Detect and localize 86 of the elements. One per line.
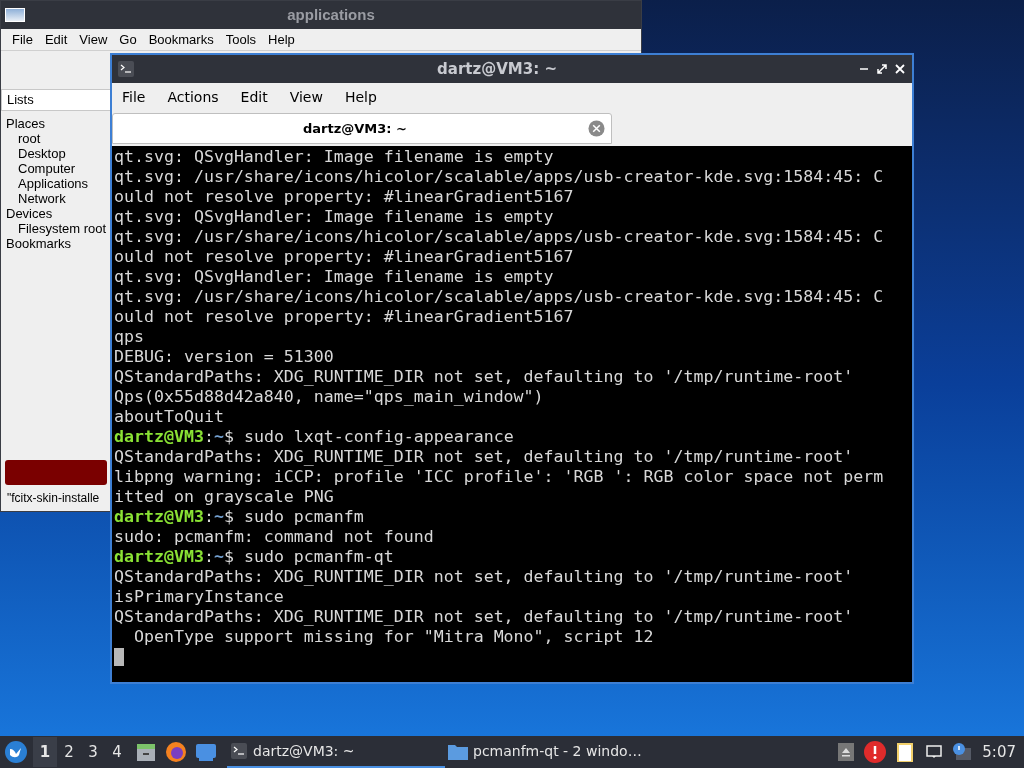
menu-item[interactable]: File <box>12 29 33 50</box>
prompt-separator: : <box>203 427 214 447</box>
window-title: dartz@VM3: ~ <box>436 58 558 80</box>
terminal-line: ould not resolve property: #linearGradient5167 <box>114 247 575 267</box>
terminal-line: isPrimaryInstance <box>114 587 285 607</box>
window-icon <box>5 8 25 22</box>
desktop-icon[interactable] <box>195 742 217 762</box>
terminal-line: ould not resolve property: #linearGradient5167 <box>114 187 575 207</box>
terminal-line: qt.svg: QSvgHandler: Image filename is empty <box>114 267 555 287</box>
prompt-path: ~ <box>213 507 224 527</box>
file-cabinet-icon[interactable] <box>135 741 157 763</box>
prompt-symbol: $ <box>223 427 234 447</box>
menu-item[interactable]: File <box>122 86 146 108</box>
terminal-line: qt.svg: /usr/share/icons/hicolor/scalable/apps/usb-creator-kde.svg:1584:45: C <box>114 287 885 307</box>
desktop-switch[interactable]: 4 <box>105 737 129 767</box>
terminal-line: DEBUG: version = 51300 <box>114 347 335 367</box>
display-icon[interactable] <box>926 745 943 759</box>
taskbar-task[interactable]: dartz@VM3: ~ <box>227 736 445 768</box>
terminal-line: qt.svg: QSvgHandler: Image filename is empty <box>114 147 555 167</box>
browser-icon[interactable] <box>165 741 187 763</box>
terminal-tab[interactable]: dartz@VM3: ~ <box>112 113 612 144</box>
terminal-command: sudo pcmanfm-qt <box>242 547 394 567</box>
menu-item[interactable]: Tools <box>225 29 257 50</box>
tab-label: dartz@VM3: ~ <box>303 119 408 138</box>
terminal-line: sudo: pcmanfm: command not found <box>114 527 435 547</box>
menu-item[interactable]: Help <box>344 86 377 108</box>
menu-item[interactable]: Help <box>268 29 295 50</box>
prompt-separator: : <box>203 507 214 527</box>
prompt-symbol: $ <box>223 507 234 527</box>
terminal-line: qps <box>114 327 145 347</box>
terminal-line: QStandardPaths: XDG_RUNTIME_DIR not set, defaulting to '/tmp/runtime-root' <box>114 607 855 627</box>
alert-icon[interactable] <box>864 741 887 763</box>
notification-icon[interactable] <box>952 743 973 761</box>
tree-item[interactable]: Desktop <box>1 146 111 161</box>
terminal-icon <box>117 61 135 77</box>
clock[interactable]: 5:07 <box>982 740 1016 764</box>
side-panel-header[interactable]: Lists <box>1 89 111 111</box>
desktop-switch[interactable]: 2 <box>57 737 81 767</box>
desktop-switch[interactable]: 1 <box>33 737 57 767</box>
tree-item[interactable]: root <box>1 131 111 146</box>
tree-item[interactable]: Filesystem root <box>1 221 111 236</box>
prompt-user: dartz@VM3 <box>114 507 204 527</box>
tree-item[interactable]: Devices <box>1 206 111 221</box>
menu-item[interactable]: Go <box>119 29 137 50</box>
terminal-icon <box>230 743 248 759</box>
prompt-user: dartz@VM3 <box>114 427 204 447</box>
maximize-icon[interactable] <box>877 64 887 74</box>
menu-item[interactable]: View <box>289 86 323 108</box>
desktop-switch[interactable]: 3 <box>81 737 105 767</box>
eject-icon[interactable] <box>838 743 855 761</box>
terminal-line: ould not resolve property: #linearGradient5167 <box>114 307 575 327</box>
prompt-user: dartz@VM3 <box>114 547 204 567</box>
terminal-line: qt.svg: /usr/share/icons/hicolor/scalable/apps/usb-creator-kde.svg:1584:45: C <box>114 167 885 187</box>
close-icon[interactable] <box>895 64 905 74</box>
prompt-symbol: $ <box>223 547 234 567</box>
status-text: "fcitx-skin-installe <box>7 490 100 507</box>
terminal-line: aboutToQuit <box>114 407 225 427</box>
taskbar-task[interactable]: pcmanfm-qt - 2 windo… <box>445 736 663 768</box>
terminal-line: QStandardPaths: XDG_RUNTIME_DIR not set, defaulting to '/tmp/runtime-root' <box>114 367 855 387</box>
window-title: applications <box>286 4 376 25</box>
tree-item[interactable]: Bookmarks <box>1 236 111 251</box>
terminal-line: QStandardPaths: XDG_RUNTIME_DIR not set, defaulting to '/tmp/runtime-root' <box>114 447 855 467</box>
terminal-line: Qps(0x55d88d42a840, name="qps_main_window") <box>114 387 545 407</box>
tree-item[interactable]: Network <box>1 191 111 206</box>
terminal-line: qt.svg: /usr/share/icons/hicolor/scalable/apps/usb-creator-kde.svg:1584:45: C <box>114 227 885 247</box>
tree-item[interactable]: Places <box>1 116 111 131</box>
prompt-path: ~ <box>213 547 224 567</box>
terminal-command: sudo pcmanfm <box>242 507 364 527</box>
prompt-path: ~ <box>213 427 224 447</box>
terminal-line: QStandardPaths: XDG_RUNTIME_DIR not set, defaulting to '/tmp/runtime-root' <box>114 567 855 587</box>
menu-item[interactable]: Edit <box>44 29 68 50</box>
terminal-line: itted on grayscale PNG <box>114 487 335 507</box>
menu-item[interactable]: Actions <box>167 86 219 108</box>
menu-item[interactable]: Bookmarks <box>148 29 214 50</box>
terminal-line: libpng warning: iCCP: profile 'ICC profile': 'RGB ': RGB color space not perm <box>114 467 885 487</box>
terminal-line: OpenType support missing for "Mitra Mono", script 12 <box>132 627 655 647</box>
prompt-separator: : <box>203 547 214 567</box>
menu-item[interactable]: View <box>79 29 108 50</box>
tree-item[interactable]: Applications <box>1 176 111 191</box>
menu-item[interactable]: Edit <box>240 86 268 108</box>
terminal-command: sudo lxqt-config-appearance <box>242 427 514 447</box>
bird-logo-icon[interactable] <box>5 741 27 763</box>
text-cursor <box>114 648 124 666</box>
terminal-line: qt.svg: QSvgHandler: Image filename is empty <box>114 207 555 227</box>
folder-icon <box>448 742 468 760</box>
tree-item[interactable]: Computer <box>1 161 111 176</box>
